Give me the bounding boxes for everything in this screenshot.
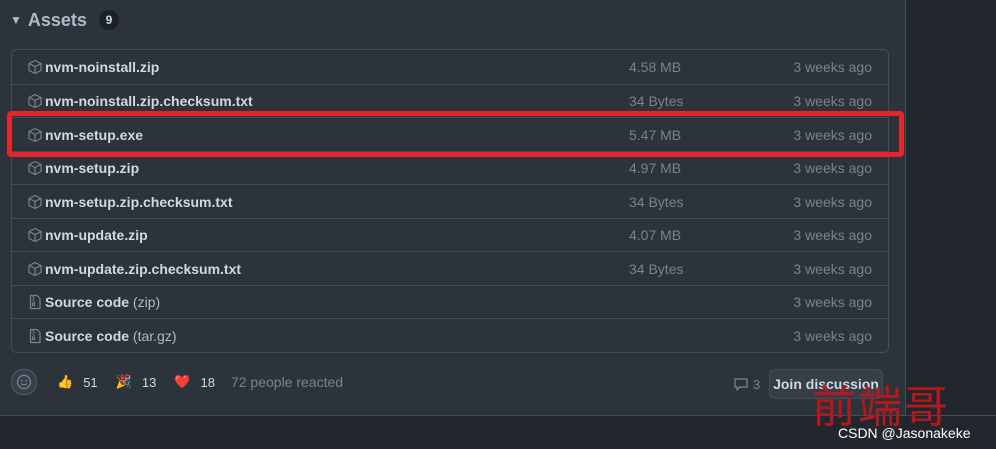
assets-count-badge: 9 [98,10,119,30]
package-icon [27,59,43,75]
package-icon [27,261,43,277]
asset-time: 3 weeks ago [793,93,872,109]
reaction-count: 51 [83,374,98,390]
package-icon [27,160,43,176]
add-reaction-button[interactable] [11,369,37,395]
reaction-thumbs-up[interactable]: 👍 51 [57,374,98,390]
asset-name: nvm-noinstall.zip.checksum.txt [45,93,253,109]
asset-time: 3 weeks ago [793,260,872,277]
watermark-csdn: CSDN @Jasonakeke [838,425,971,441]
watermark-chinese: 前端哥 [812,382,950,433]
asset-size: 4.07 MB [629,227,682,243]
package-icon [27,227,43,243]
party-popper-icon: 🎉 [115,374,132,389]
asset-link[interactable]: nvm-setup.exe [45,127,143,143]
package-icon [27,93,43,109]
asset-link[interactable]: nvm-setup.zip [45,160,139,176]
assets-title: Assets [27,9,87,30]
file-zip-icon [27,294,43,310]
asset-row[interactable]: nvm-update.zip 4.07 MB 3 weeks ago [12,217,888,252]
reaction-count: 13 [141,374,157,390]
heart-icon: ❤️ [174,374,191,389]
asset-name: Source code [45,327,130,344]
asset-row[interactable]: nvm-setup.zip.checksum.txt 34 Bytes 3 week… [12,184,888,218]
file-zip-icon [27,328,43,344]
asset-name: nvm-noinstall.zip [45,58,160,75]
asset-link[interactable]: Source code (tar.gz) [45,328,177,344]
panel-divider [905,0,906,415]
asset-size: 34 Bytes [629,260,684,277]
asset-size: 34 Bytes [629,93,684,109]
asset-row[interactable]: nvm-setup.zip 4.97 MB 3 weeks ago [12,150,888,185]
asset-time: 3 weeks ago [793,193,872,210]
reaction-hooray[interactable]: 🎉 13 [116,374,157,390]
reactions-bar: 👍 51 🎉 13 ❤️ 18 72 people reacted [11,369,343,395]
asset-link[interactable]: Source code (zip) [45,294,160,310]
asset-list: nvm-noinstall.zip 4.58 MB 3 weeks ago nvm-n… [11,49,889,353]
asset-time: 3 weeks ago [793,327,872,344]
asset-time: 3 weeks ago [793,126,872,143]
package-icon [27,127,43,143]
asset-name: nvm-setup.exe [45,126,144,143]
package-icon [27,194,43,210]
reaction-summary: 72 people reacted [230,374,344,390]
comments-link[interactable]: 3 [733,376,760,392]
asset-name-suffix: (zip) [129,294,161,310]
smiley-icon [16,374,32,390]
asset-name: nvm-setup.zip.checksum.txt [45,193,233,210]
asset-link[interactable]: nvm-setup.zip.checksum.txt [45,194,233,210]
asset-link[interactable]: nvm-noinstall.zip [45,59,159,75]
asset-size: 34 Bytes [629,193,684,210]
assets-header[interactable]: ▼ Assets 9 [10,8,119,32]
asset-name-suffix: (tar.gz) [129,327,177,344]
asset-row[interactable]: nvm-update.zip.checksum.txt 34 Bytes 3 wee… [12,251,888,285]
asset-name: nvm-setup.zip [45,160,140,176]
asset-time: 3 weeks ago [793,160,872,176]
thumbs-up-icon: 👍 [57,374,74,389]
reaction-heart[interactable]: ❤️ 18 [174,374,215,390]
asset-name: Source code [45,294,130,310]
asset-size: 5.47 MB [629,126,682,143]
asset-time: 3 weeks ago [793,58,872,75]
asset-size: 4.58 MB [629,58,682,75]
asset-size: 4.97 MB [629,160,682,176]
comment-icon [734,378,748,391]
asset-name: nvm-update.zip.checksum.txt [45,260,242,277]
asset-time: 3 weeks ago [793,294,872,310]
asset-link[interactable]: nvm-noinstall.zip.checksum.txt [45,93,253,109]
asset-row[interactable]: Source code (zip) 3 weeks ago [12,284,888,319]
asset-row[interactable]: Source code (tar.gz) 3 weeks ago [12,318,888,352]
caret-down-icon[interactable]: ▼ [10,13,22,27]
asset-row[interactable]: nvm-setup.exe 5.47 MB 3 weeks ago [12,117,888,151]
comment-count: 3 [753,376,761,392]
asset-name: nvm-update.zip [45,227,148,243]
asset-link[interactable]: nvm-update.zip [45,227,148,243]
asset-link[interactable]: nvm-update.zip.checksum.txt [45,261,241,277]
asset-row[interactable]: nvm-noinstall.zip.checksum.txt 34 Bytes 3 … [12,83,888,118]
asset-row[interactable]: nvm-noinstall.zip 4.58 MB 3 weeks ago [12,50,888,83]
asset-time: 3 weeks ago [793,227,872,243]
reaction-count: 18 [200,374,215,390]
